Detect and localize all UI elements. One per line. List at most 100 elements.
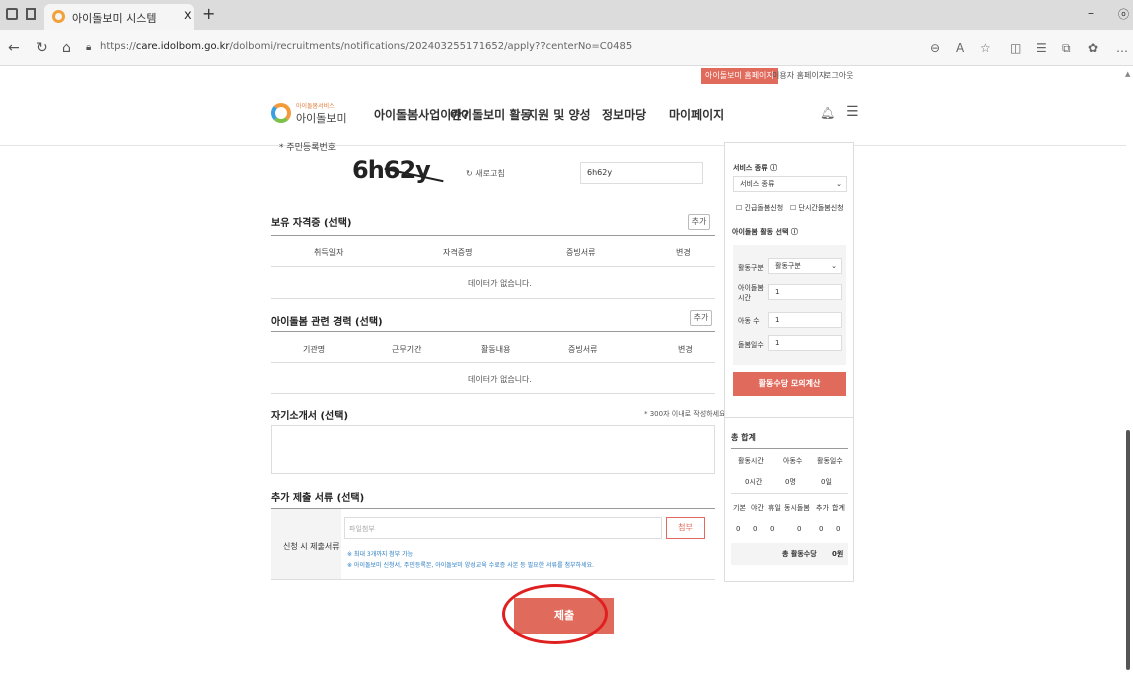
pay-header-basic: 기본 (733, 504, 746, 512)
address-bar: ← ↻ ⌂ 🔒︎ https://care.idolbom.go.kr/dolb… (0, 30, 1133, 66)
menu-info[interactable]: 정보마당 (602, 106, 646, 123)
pay-header-sum: 합계 (832, 504, 845, 512)
activity-type-label: 활동구분 (738, 264, 764, 272)
scrollbar-thumb[interactable] (1126, 430, 1130, 670)
scroll-up-icon[interactable]: ▲ (1125, 70, 1130, 78)
menu-support[interactable]: 지원 및 양성 (527, 106, 591, 123)
attach-limit-note: ※ 최대 3개까지 첨부 가능 (347, 551, 414, 558)
refresh-icon[interactable]: ↻ (36, 40, 48, 56)
career-col-change: 변경 (678, 345, 693, 354)
pay-value-extra: 0 (819, 525, 824, 533)
captcha-input[interactable]: 6h62y (580, 162, 703, 184)
career-table-bottom (271, 393, 715, 394)
more-icon[interactable]: … (1116, 41, 1128, 55)
notification-icon[interactable]: 🔔︎ (820, 106, 835, 120)
tab-actions-icon[interactable] (26, 8, 36, 20)
captcha-image: 6h62y (344, 150, 462, 194)
career-col-period: 근무기간 (392, 345, 422, 354)
pay-header-extra: 추가 (816, 504, 829, 512)
intro-hint: * 300자 이내로 작성하세요. (644, 410, 728, 418)
pay-value-sum: 0 (836, 525, 841, 533)
id-number-label: * 주민등록번호 (279, 143, 337, 153)
care-time-input[interactable]: 1 (768, 284, 842, 300)
hamburger-menu-icon[interactable]: ☰ (846, 104, 859, 120)
total-table-line (731, 493, 848, 494)
favorite-icon[interactable]: ☆ (980, 41, 991, 55)
favorites-list-icon[interactable]: ☰ (1036, 41, 1047, 55)
intro-textarea[interactable] (271, 425, 715, 474)
close-window-icon[interactable]: ⓞ (1118, 6, 1129, 22)
chevron-down-icon: ⌄ (831, 262, 837, 270)
pay-header-simul: 동시돌봄 (784, 504, 810, 512)
total-value-days: 0일 (821, 478, 832, 486)
activity-type-select[interactable]: 활동구분 ⌄ (768, 258, 842, 274)
career-section-title: 아이돌봄 관련 경력 (선택) (271, 317, 383, 328)
tab-title: 아이돌보미 시스템 (72, 12, 157, 25)
tab-close-icon[interactable]: x (184, 8, 192, 23)
career-table-top (271, 331, 715, 332)
license-col-name: 자격증명 (443, 248, 473, 257)
service-type-select[interactable]: 서비스 종류 ⌄ (733, 176, 847, 192)
kids-count-label: 아동 수 (738, 317, 760, 325)
short-time-checkbox-label: 단시간돌봄신청 (798, 204, 844, 212)
total-title: 총 합계 (731, 433, 756, 442)
url-field[interactable]: https://care.idolbom.go.kr/dolbomi/recru… (100, 41, 632, 52)
pay-header-night: 야간 (751, 504, 764, 512)
new-tab-button[interactable]: + (202, 4, 215, 23)
license-col-change: 변경 (676, 248, 691, 257)
career-empty-text: 데이터가 없습니다. (468, 375, 532, 384)
menu-mypage[interactable]: 마이페이지 (669, 106, 724, 123)
volunteer-home-link[interactable]: 아이돌보미 홈페이지 (701, 68, 778, 84)
browser-tab[interactable]: 아이돌보미 시스템 x (44, 4, 194, 30)
logo-subtitle: 아이돌봄서비스 (296, 103, 335, 110)
pay-value-holiday: 0 (770, 525, 775, 533)
site-favicon-icon (52, 10, 65, 23)
add-license-button[interactable]: 추가 (688, 214, 710, 230)
service-type-label: 서비스 종류 ⓘ (733, 164, 778, 172)
license-empty-text: 데이터가 없습니다. (468, 279, 532, 288)
pay-value-simul: 0 (797, 525, 802, 533)
kids-count-input[interactable]: 1 (768, 312, 842, 328)
total-header-time: 활동시간 (738, 457, 764, 465)
total-value-time: 0시간 (745, 478, 763, 486)
pay-value-night: 0 (753, 525, 758, 533)
care-days-input[interactable]: 1 (768, 335, 842, 351)
collections-icon[interactable]: ⧉ (1062, 41, 1071, 56)
captcha-input-value: 6h62y (587, 168, 613, 177)
window-menu-icon[interactable] (6, 8, 18, 20)
total-header-kids: 아동수 (783, 457, 803, 465)
captcha-refresh-button[interactable]: ↻ 새로고침 (466, 168, 505, 179)
logo-icon[interactable] (271, 103, 291, 123)
zoom-icon[interactable]: ⊖ (930, 41, 940, 55)
back-icon[interactable]: ← (8, 40, 20, 56)
service-type-value: 서비스 종류 (740, 180, 775, 188)
chevron-down-icon: ⌄ (836, 180, 842, 188)
attach-button[interactable]: 첨부 (666, 517, 705, 539)
care-days-label: 돌봄일수 (738, 341, 764, 349)
split-screen-icon[interactable]: ◫ (1010, 41, 1021, 55)
career-table-header-line (271, 362, 715, 363)
calc-button[interactable]: 활동수당 모의계산 (733, 372, 846, 396)
file-input[interactable]: 파일첨부 (344, 517, 662, 539)
total-value-kids: 0명 (785, 478, 796, 486)
sidebar-divider (724, 417, 854, 418)
add-career-button[interactable]: 추가 (690, 310, 712, 326)
file-input-placeholder: 파일첨부 (349, 525, 375, 533)
license-table-top (271, 235, 715, 236)
minimize-button[interactable]: – (1088, 6, 1094, 20)
urgent-checkbox[interactable]: ☐ 긴급돌봄신청 (736, 203, 783, 213)
docs-label: 신청 시 제출서류 (283, 542, 340, 551)
pay-total-value: 0원 (832, 550, 844, 558)
logout-link[interactable]: 로그아웃 (820, 68, 857, 84)
logo-text[interactable]: 아이돌보미 (296, 110, 347, 126)
urgent-checkbox-label: 긴급돌봄신청 (744, 204, 784, 212)
career-col-activity: 활동내용 (481, 345, 511, 354)
activity-type-value: 활동구분 (775, 262, 801, 270)
read-aloud-icon[interactable]: A (956, 41, 964, 55)
menu-activity[interactable]: 아이돌보미 활동 (450, 106, 531, 123)
home-icon[interactable]: ⌂ (62, 40, 71, 56)
short-time-checkbox[interactable]: ☐ 단시간돌봄신청 (790, 203, 844, 213)
attach-docs-note: ※ 아이돌보미 신청서, 주민등록본, 아이돌보미 양성교육 수료증 사본 등 … (347, 562, 595, 569)
extensions-icon[interactable]: ✿ (1088, 41, 1098, 55)
annotation-red-circle (502, 584, 608, 644)
